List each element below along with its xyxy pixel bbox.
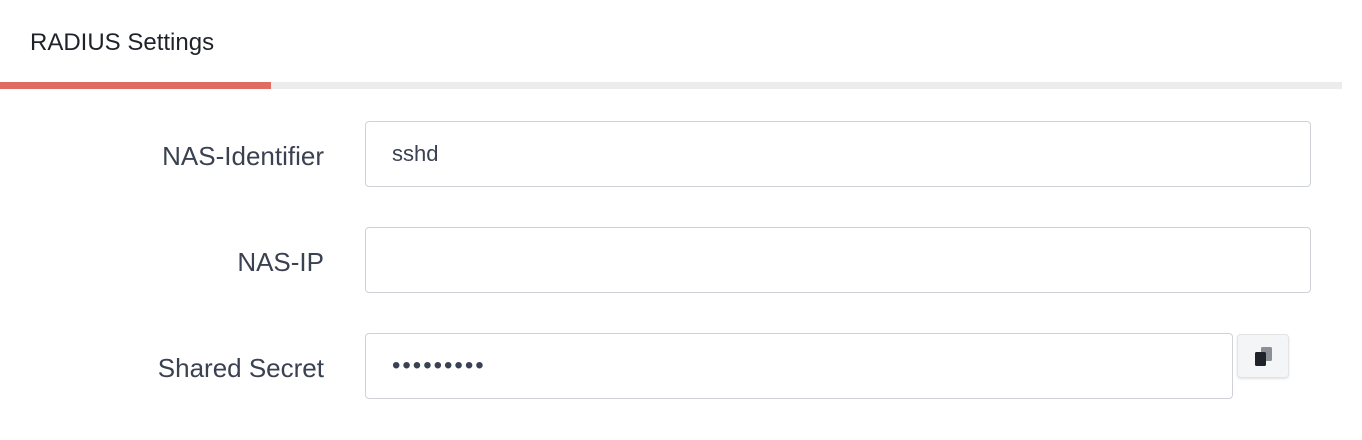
nas-identifier-input[interactable] [365,121,1311,187]
shared-secret-row: Shared Secret [0,333,1362,399]
shared-secret-label: Shared Secret [157,353,324,383]
nas-identifier-row: NAS-Identifier [0,121,1362,187]
nas-ip-label: NAS-IP [237,247,324,277]
copy-secret-button[interactable] [1237,334,1289,378]
nas-ip-input[interactable] [365,227,1311,293]
nas-identifier-label: NAS-Identifier [162,141,324,171]
nas-ip-row: NAS-IP [0,227,1362,293]
settings-tab-header: RADIUS Settings [0,0,1342,90]
shared-secret-input[interactable] [365,333,1233,399]
copy-icon [1255,347,1272,366]
tab-active-indicator [0,82,271,89]
tab-radius-settings[interactable]: RADIUS Settings [30,28,214,58]
radius-settings-panel: RADIUS Settings NAS-Identifier NAS-IP Sh… [0,0,1362,440]
